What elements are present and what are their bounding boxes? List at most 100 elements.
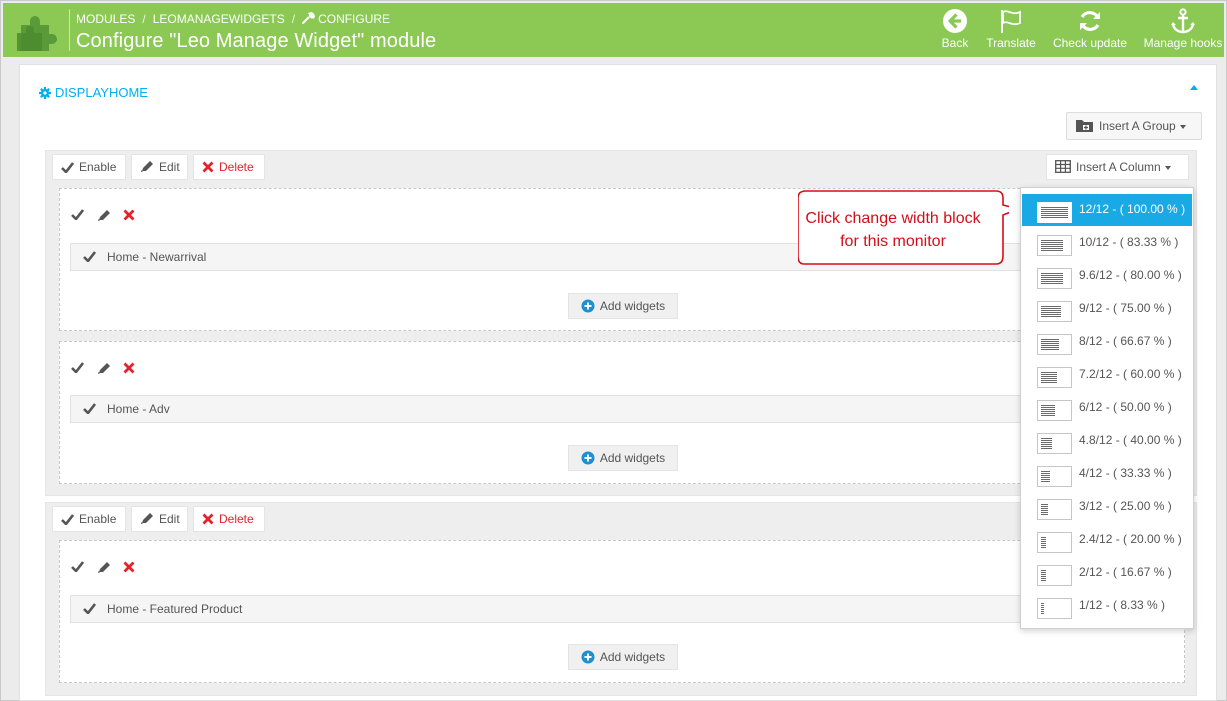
check-icon[interactable] <box>71 209 84 220</box>
close-icon[interactable] <box>123 209 135 221</box>
edit-label: Edit <box>159 160 180 174</box>
widget-row[interactable]: Home - Adv <box>70 395 1174 423</box>
column-width-label: 10/12 - ( 83.33 % ) <box>1079 235 1179 249</box>
column-width-fill <box>1041 306 1061 318</box>
add-widgets-button[interactable]: Add widgets <box>568 293 678 319</box>
insert-group-button[interactable]: Insert A Group <box>1066 112 1202 140</box>
column-width-label: 2/12 - ( 16.67 % ) <box>1079 565 1172 579</box>
column-width-option[interactable]: 10/12 - ( 83.33 % ) <box>1022 227 1192 259</box>
manage-hooks-button[interactable]: Manage hooks <box>1142 8 1224 50</box>
column-width-option[interactable]: 4/12 - ( 33.33 % ) <box>1022 458 1192 490</box>
enable-label: Enable <box>79 512 117 526</box>
column-width-option[interactable]: 9/12 - ( 75.00 % ) <box>1022 293 1192 325</box>
column-width-label: 9.6/12 - ( 80.00 % ) <box>1079 268 1182 282</box>
column-width-option[interactable]: 2/12 - ( 16.67 % ) <box>1022 557 1192 589</box>
column-width-option[interactable]: 2.4/12 - ( 20.00 % ) <box>1022 524 1192 556</box>
widget-row[interactable]: Home - Featured Product <box>70 595 1174 623</box>
enable-label: Enable <box>79 160 117 174</box>
page-header: MODULES / LEOMANAGEWIDGETS / CONFIGURE Confi… <box>3 3 1224 57</box>
anchor-icon <box>1171 8 1195 34</box>
insert-column-button[interactable]: Insert A Column <box>1046 154 1189 180</box>
column-width-fill <box>1041 405 1055 417</box>
widget-name: Home - Newarrival <box>107 250 207 264</box>
column-width-option[interactable]: 6/12 - ( 50.00 % ) <box>1022 392 1192 424</box>
column-width-option[interactable]: 1/12 - ( 8.33 % ) <box>1022 590 1192 622</box>
widget-name: Home - Featured Product <box>107 602 243 616</box>
breadcrumb-leomanagewidgets[interactable]: LEOMANAGEWIDGETS <box>153 12 285 26</box>
page-title: Configure "Leo Manage Widget" module <box>76 30 437 52</box>
pencil-icon[interactable] <box>97 209 111 222</box>
column-width-option[interactable]: 4.8/12 - ( 40.00 % ) <box>1022 425 1192 457</box>
column-width-fill <box>1041 537 1046 549</box>
check-icon[interactable] <box>71 362 84 373</box>
column-width-thumbnail-icon <box>1037 466 1072 487</box>
column-width-fill <box>1041 603 1044 615</box>
check-icon[interactable] <box>71 561 84 572</box>
group-column: Home - Featured Product Add widgets <box>59 540 1185 683</box>
column-width-fill <box>1041 372 1057 384</box>
callout-text: Click change width block for this monito… <box>798 207 988 253</box>
add-widgets-label: Add widgets <box>599 299 666 313</box>
column-width-option[interactable]: 3/12 - ( 25.00 % ) <box>1022 491 1192 523</box>
table-icon <box>1055 160 1071 173</box>
add-widgets-label: Add widgets <box>599 451 666 465</box>
pencil-icon[interactable] <box>97 362 111 375</box>
group-enable-button[interactable]: Enable <box>52 154 126 180</box>
group-delete-button[interactable]: Delete <box>193 506 265 532</box>
close-icon <box>202 161 214 173</box>
panel-title[interactable]: DISPLAYHOME <box>39 85 148 100</box>
collapse-toggle[interactable] <box>1190 85 1198 90</box>
callout-line-1: Click change width block <box>805 210 981 227</box>
column-width-thumbnail-icon <box>1037 565 1072 586</box>
column-width-label: 7.2/12 - ( 60.00 % ) <box>1079 367 1182 381</box>
flag-icon <box>1001 10 1021 33</box>
column-width-thumbnail-icon <box>1037 202 1072 223</box>
column-width-option[interactable]: 7.2/12 - ( 60.00 % ) <box>1022 359 1192 391</box>
column-width-thumbnail-icon <box>1037 367 1072 388</box>
add-widgets-button[interactable]: Add widgets <box>568 445 678 471</box>
column-width-thumbnail-icon <box>1037 235 1072 256</box>
add-widgets-button[interactable]: Add widgets <box>568 644 678 670</box>
breadcrumb-modules[interactable]: MODULES <box>76 12 135 26</box>
widget-name: Home - Adv <box>107 402 170 416</box>
header-divider <box>69 9 70 51</box>
column-width-fill <box>1041 339 1059 351</box>
breadcrumb-separator: / <box>291 11 296 26</box>
back-label: Back <box>941 36 969 50</box>
column-width-label: 6/12 - ( 50.00 % ) <box>1079 400 1172 414</box>
breadcrumb-separator: / <box>142 11 146 26</box>
column-width-fill <box>1041 273 1063 285</box>
column-width-label: 8/12 - ( 66.67 % ) <box>1079 334 1172 348</box>
breadcrumb-configure: CONFIGURE <box>318 11 391 26</box>
column-width-fill <box>1041 240 1063 252</box>
column-width-label: 9/12 - ( 75.00 % ) <box>1079 301 1172 315</box>
check-update-button[interactable]: Check update <box>1050 8 1130 50</box>
group-edit-button[interactable]: Edit <box>131 506 188 532</box>
chevron-down-icon <box>1164 166 1171 170</box>
group-enable-button[interactable]: Enable <box>52 506 126 532</box>
insert-group-label: Insert A Group <box>1099 119 1176 133</box>
close-icon <box>202 513 214 525</box>
close-icon[interactable] <box>123 561 135 573</box>
back-button[interactable]: Back <box>939 8 971 50</box>
close-icon[interactable] <box>123 362 135 374</box>
gear-icon <box>39 87 51 99</box>
column-width-option[interactable]: 8/12 - ( 66.67 % ) <box>1022 326 1192 358</box>
back-arrow-icon <box>943 9 967 33</box>
callout-line-2: for this monitor <box>840 233 946 250</box>
translate-button[interactable]: Translate <box>983 8 1039 50</box>
column-width-option[interactable]: 12/12 - ( 100.00 % ) <box>1022 194 1192 226</box>
check-icon <box>61 514 75 526</box>
pencil-icon[interactable] <box>97 561 111 574</box>
check-update-label: Check update <box>1052 36 1128 50</box>
column-width-label: 12/12 - ( 100.00 % ) <box>1079 202 1186 216</box>
pencil-icon <box>141 513 153 524</box>
group-delete-button[interactable]: Delete <box>193 154 265 180</box>
column-width-thumbnail-icon <box>1037 301 1072 322</box>
chevron-down-icon <box>1179 125 1186 129</box>
group-edit-button[interactable]: Edit <box>131 154 188 180</box>
panel-title-text: DISPLAYHOME <box>55 85 148 100</box>
group-column: Home - Adv Add widgets <box>59 341 1185 484</box>
column-width-option[interactable]: 9.6/12 - ( 80.00 % ) <box>1022 260 1192 292</box>
column-width-thumbnail-icon <box>1037 433 1072 454</box>
